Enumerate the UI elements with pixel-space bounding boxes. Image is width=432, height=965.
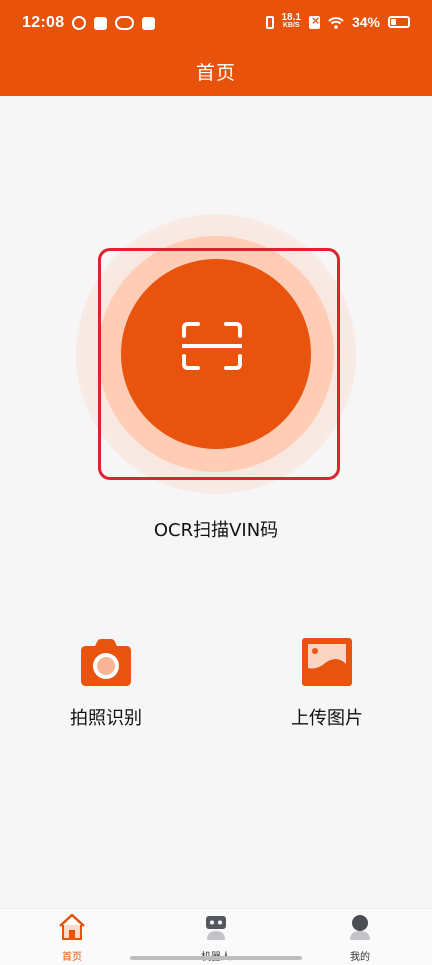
- page-title: 首页: [195, 62, 236, 84]
- scan-label: OCR扫描VIN码: [153, 520, 279, 541]
- notification-message-icon: [142, 16, 156, 30]
- notification-app-icon: [94, 16, 108, 30]
- scan-button-area: [76, 214, 356, 494]
- nav-label-home: 首页: [62, 952, 82, 963]
- photo-recognition-button[interactable]: 拍照识别: [36, 638, 176, 738]
- upload-image-button[interactable]: 上传图片: [257, 638, 397, 738]
- title-bar: 首页: [0, 50, 432, 96]
- battery-icon: [388, 16, 410, 28]
- status-right: 18.1 KB/S 34%: [265, 12, 410, 30]
- network-speed: 18.1 KB/S: [281, 12, 301, 30]
- ocr-scan-button[interactable]: [121, 259, 311, 449]
- nav-item-mine[interactable]: 我的: [315, 911, 405, 963]
- upload-image-label: 上传图片: [291, 708, 363, 729]
- no-sim-icon: [308, 14, 320, 29]
- status-time: 12:08: [22, 14, 65, 31]
- battery-percentage: 34%: [351, 14, 380, 30]
- photo-recognition-label: 拍照识别: [70, 708, 142, 729]
- status-left: 12:08: [22, 14, 156, 32]
- vibrate-icon: [265, 15, 274, 29]
- network-speed-unit: KB/S: [282, 22, 300, 29]
- nav-label-mine: 我的: [350, 952, 370, 963]
- camera-icon: [81, 638, 131, 686]
- user-icon: [350, 915, 370, 940]
- status-bar: 12:08 18.1 KB/S 34%: [0, 0, 432, 50]
- robot-icon: [206, 916, 226, 940]
- scan-icon: [182, 322, 242, 370]
- home-indicator[interactable]: [130, 956, 302, 960]
- nav-item-home[interactable]: 首页: [27, 911, 117, 963]
- image-icon: [302, 638, 352, 686]
- notification-app-icon: [72, 16, 87, 30]
- home-icon: [59, 913, 85, 940]
- notification-app-icon: [115, 16, 135, 30]
- network-speed-value: 18.1: [281, 12, 301, 23]
- wifi-icon: [328, 16, 344, 29]
